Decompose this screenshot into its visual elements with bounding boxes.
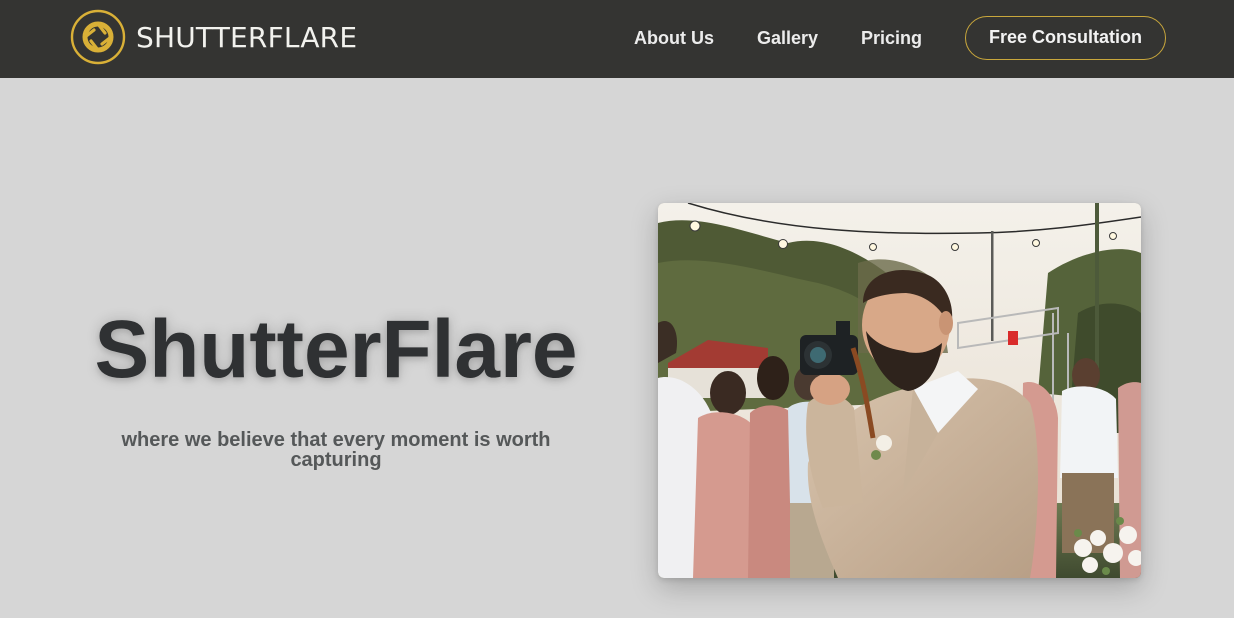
hero-title: ShutterFlare <box>94 304 578 395</box>
navbar: SHUTTERFLARE About Us Gallery Pricing Fr… <box>0 0 1234 78</box>
hero-subtitle: where we believe that every moment is wo… <box>121 429 551 471</box>
nav-link-pricing[interactable]: Pricing <box>861 27 922 49</box>
nav-link-gallery[interactable]: Gallery <box>757 27 818 49</box>
hero-photo <box>658 203 1141 578</box>
nav-link-about-us[interactable]: About Us <box>634 27 714 49</box>
photographer-at-wedding-image <box>658 203 1141 578</box>
aperture-icon <box>70 9 126 65</box>
free-consultation-button[interactable]: Free Consultation <box>965 16 1166 60</box>
brand-logo-link[interactable]: SHUTTERFLARE <box>70 9 357 65</box>
brand-name: SHUTTERFLARE <box>136 20 358 54</box>
